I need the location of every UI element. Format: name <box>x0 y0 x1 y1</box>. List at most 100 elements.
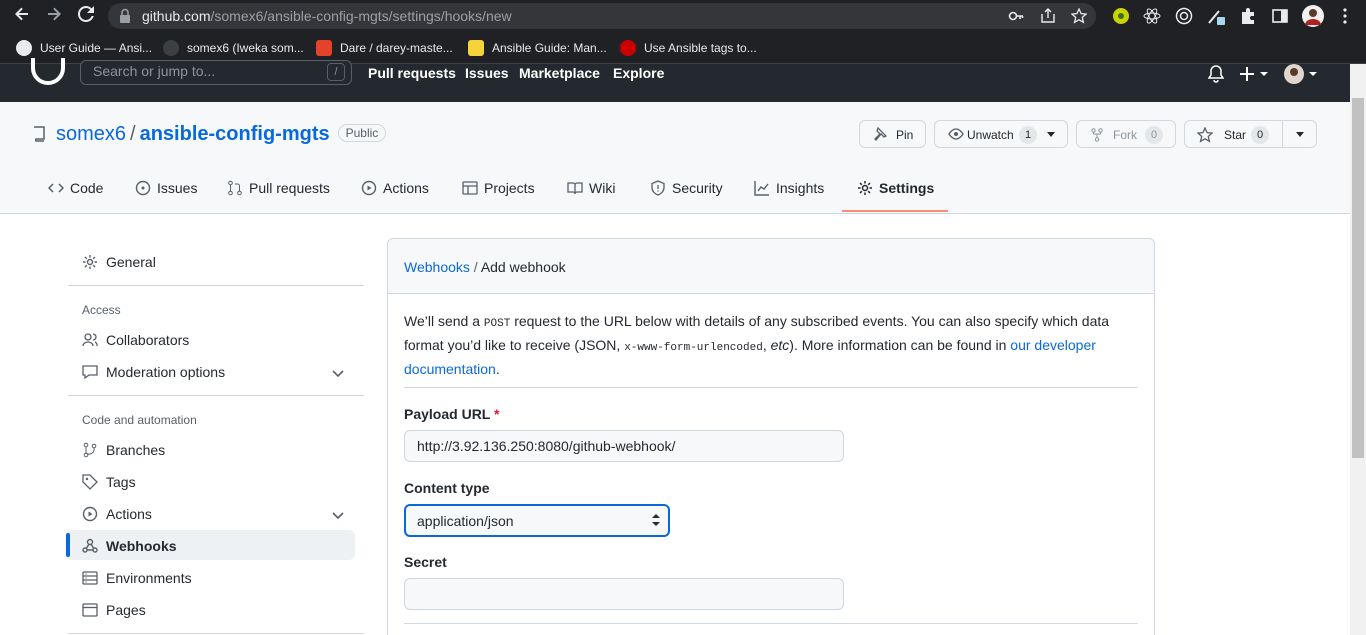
sidebar-item-webhooks[interactable]: Webhooks <box>82 538 177 554</box>
star-button[interactable]: Star 0 <box>1184 120 1317 148</box>
sidebar-divider <box>68 633 364 634</box>
extensions-puzzle-icon[interactable] <box>1239 7 1257 25</box>
sidebar-item-actions[interactable]: Actions <box>82 506 152 522</box>
shield-icon <box>651 180 665 196</box>
content-type-label: Content type <box>404 480 490 496</box>
tab-wiki[interactable]: Wiki <box>567 180 615 196</box>
breadcrumb-current: Add webhook <box>480 259 566 275</box>
create-new-plus-icon[interactable] <box>1240 66 1270 82</box>
sidebar-item-tags[interactable]: Tags <box>82 474 136 490</box>
tab-actions[interactable]: Actions <box>361 180 429 196</box>
sidebar-item-pages[interactable]: Pages <box>82 602 146 618</box>
key-icon[interactable] <box>1008 8 1024 24</box>
forward-icon[interactable] <box>42 4 66 28</box>
unwatch-button[interactable]: Unwatch 1 <box>934 120 1068 148</box>
eye-icon <box>948 128 964 140</box>
bookmark-item[interactable]: Ansible Guide: Man... <box>468 40 607 56</box>
bell-icon[interactable] <box>1208 65 1224 83</box>
react-devtools-icon[interactable] <box>1143 7 1161 25</box>
lock-icon <box>120 8 130 23</box>
star-bookmark-icon[interactable] <box>1071 8 1087 24</box>
search-input[interactable]: Search or jump to... / <box>80 60 352 85</box>
bookmark-item[interactable]: Use Ansible tags to... <box>620 40 757 56</box>
bookmark-item[interactable]: somex6 (Iweka som... <box>163 40 304 56</box>
tab-security[interactable]: Security <box>650 180 723 196</box>
secret-input[interactable] <box>404 578 844 610</box>
fork-icon <box>1091 128 1103 142</box>
book-icon <box>567 182 583 195</box>
payload-url-input[interactable] <box>404 430 844 462</box>
star-icon <box>1197 127 1213 143</box>
profile-avatar-icon[interactable] <box>1302 5 1324 27</box>
browser-toolbar: github.com/somex6/ansible-config-mgts/se… <box>0 0 1366 32</box>
menu-kebab-icon[interactable] <box>1336 7 1354 25</box>
sidebar-active-indicator <box>66 533 70 557</box>
redhat-icon <box>620 40 636 56</box>
eyedropper-extension-icon[interactable] <box>1207 7 1225 25</box>
sidebar-item-moderation[interactable]: Moderation options <box>82 364 225 380</box>
github-logo-icon[interactable] <box>30 58 66 86</box>
tab-code[interactable]: Code <box>47 180 103 196</box>
breadcrumb-webhooks-link[interactable]: Webhooks <box>404 259 470 275</box>
nav-explore[interactable]: Explore <box>613 65 664 81</box>
side-panel-icon[interactable] <box>1271 7 1289 25</box>
back-icon[interactable] <box>10 4 34 28</box>
gitlab-icon <box>316 40 332 56</box>
secret-label: Secret <box>404 554 447 570</box>
star-dropdown-chevron-icon[interactable] <box>1296 132 1304 137</box>
tab-projects[interactable]: Projects <box>462 180 535 196</box>
sidebar-heading-code-automation: Code and automation <box>82 413 197 427</box>
fork-count: 0 <box>1145 126 1163 144</box>
user-avatar-icon[interactable] <box>1284 64 1318 84</box>
sidebar-heading-access: Access <box>82 303 121 317</box>
lightbulb-icon <box>468 40 484 56</box>
issue-icon <box>135 180 151 196</box>
globe-icon <box>16 40 32 56</box>
repo-icon <box>34 126 45 142</box>
nav-pull-requests[interactable]: Pull requests <box>368 65 456 81</box>
share-icon[interactable] <box>1040 8 1056 24</box>
select-arrows-icon <box>652 514 660 526</box>
bookmark-item[interactable]: Dare / darey-maste... <box>316 40 453 56</box>
address-url: github.com/somex6/ansible-config-mgts/se… <box>142 8 512 24</box>
sidebar-item-branches[interactable]: Branches <box>82 442 165 458</box>
chevron-down-icon[interactable] <box>332 512 344 520</box>
sidebar-item-collaborators[interactable]: Collaborators <box>82 332 189 348</box>
tab-insights[interactable]: Insights <box>754 180 824 196</box>
intro-text: We’ll send a POST request to the URL bel… <box>404 313 1110 377</box>
tab-pull-requests[interactable]: Pull requests <box>227 180 330 196</box>
scrollbar-thumb[interactable] <box>1352 98 1364 458</box>
panel-header: Webhooks / Add webhook <box>388 239 1154 294</box>
tab-issues[interactable]: Issues <box>135 180 197 196</box>
repo-title: somex6/ansible-config-mgts Public <box>56 123 387 146</box>
pull-request-icon <box>228 180 242 196</box>
code-icon <box>47 183 65 193</box>
play-icon <box>361 180 377 196</box>
extension-yellow-icon[interactable] <box>1112 7 1130 25</box>
search-shortcut-key: / <box>327 63 345 81</box>
browser-icon <box>82 603 98 617</box>
pin-button[interactable]: Pin <box>859 120 926 148</box>
watch-count: 1 <box>1019 126 1037 144</box>
target-extension-icon[interactable] <box>1175 7 1193 25</box>
payload-url-label: Payload URL * <box>404 406 500 422</box>
repo-owner-link[interactable]: somex6 <box>56 123 126 145</box>
nav-marketplace[interactable]: Marketplace <box>519 65 600 81</box>
comment-icon <box>82 365 98 380</box>
page-scrollbar[interactable] <box>1350 64 1366 635</box>
bookmark-item[interactable]: User Guide — Ansi... <box>16 40 152 56</box>
reload-icon[interactable] <box>74 4 98 28</box>
repo-header: somex6/ansible-config-mgts Public Pin Unw… <box>0 102 1350 214</box>
tab-settings[interactable]: Settings <box>857 180 934 196</box>
fork-button[interactable]: Fork 0 <box>1076 120 1176 148</box>
sidebar-item-environments[interactable]: Environments <box>82 570 192 586</box>
repo-name-link[interactable]: ansible-config-mgts <box>140 123 330 145</box>
pin-icon <box>874 127 887 141</box>
nav-issues[interactable]: Issues <box>465 65 509 81</box>
sidebar-item-general[interactable]: General <box>82 254 156 270</box>
address-bar[interactable]: github.com/somex6/ansible-config-mgts/se… <box>108 3 1096 29</box>
sidebar-divider <box>68 395 364 396</box>
form-divider <box>404 387 1138 388</box>
chevron-down-icon[interactable] <box>332 370 344 378</box>
content-type-select[interactable]: application/json <box>404 504 670 537</box>
